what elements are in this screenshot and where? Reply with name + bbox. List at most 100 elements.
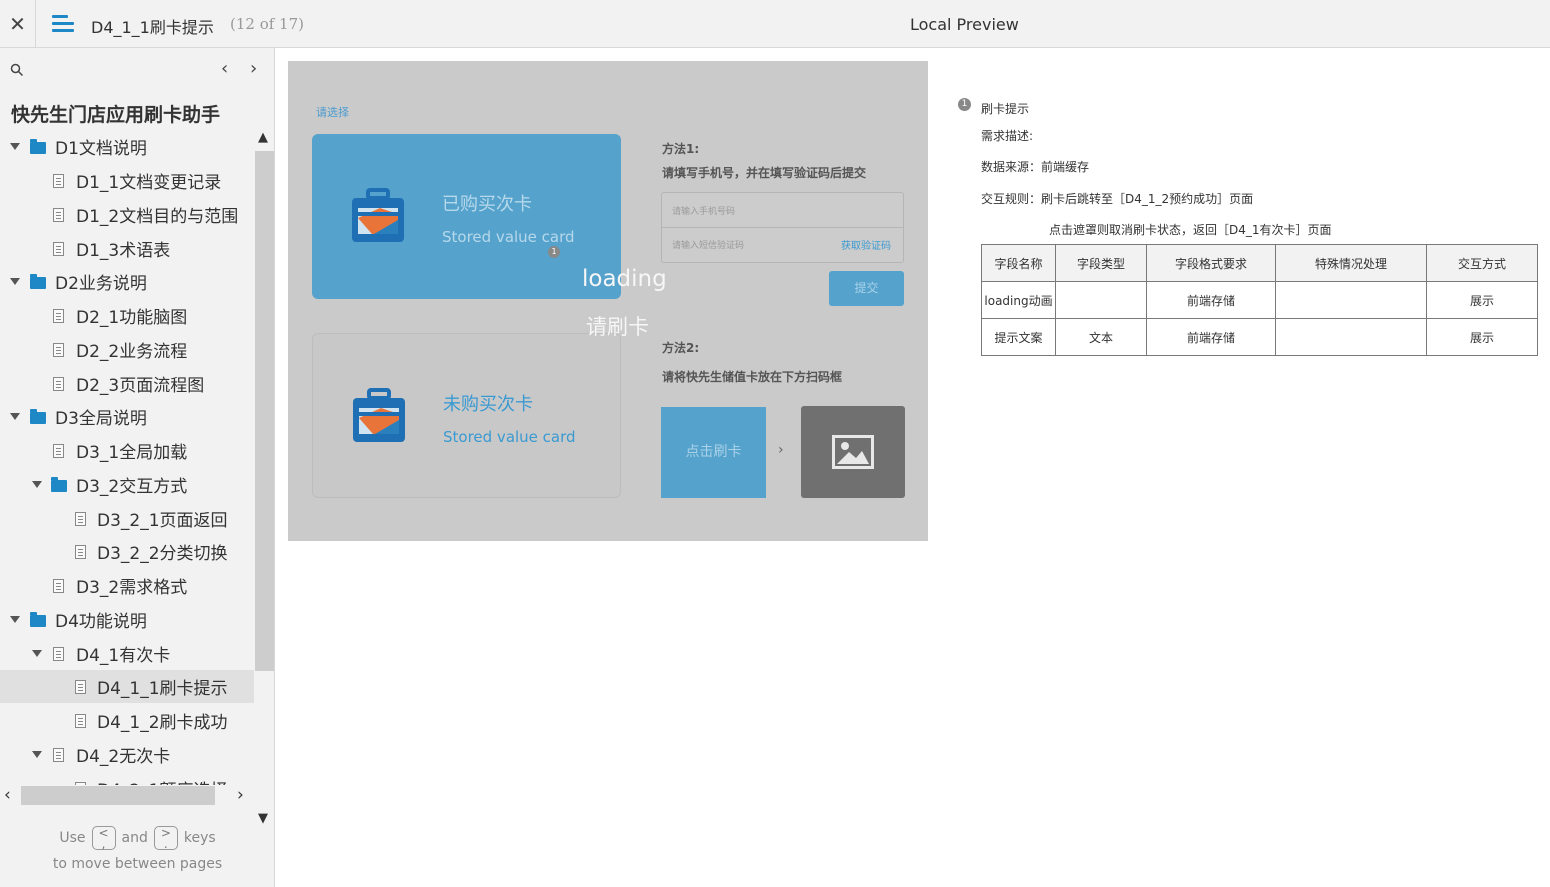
table-header: 字段类型 [1055, 244, 1147, 282]
page-icon [53, 174, 64, 188]
unpurchased-card-option[interactable]: 未购买次卡 Stored value card [312, 333, 621, 498]
table-cell: 展示 [1426, 318, 1538, 356]
phone-input[interactable]: 请输入手机号码 [672, 204, 735, 217]
vertical-scrollbar[interactable]: ▲ ▼ [254, 128, 274, 833]
page-icon [75, 714, 86, 728]
tree-label: D4_1_1刷卡提示 [97, 679, 228, 699]
tree-label: D3_2需求格式 [76, 578, 188, 598]
submit-button[interactable]: 提交 [829, 271, 904, 306]
expand-triangle-icon[interactable] [32, 481, 42, 488]
tree-page-d1-2[interactable]: D1_2文档目的与范围 [0, 198, 254, 231]
tree-page-d4-2[interactable]: D4_2无次卡 [0, 738, 254, 771]
tree-page-d4-1-2[interactable]: D4_1_2刷卡成功 [0, 704, 254, 737]
close-icon[interactable]: ✕ [0, 0, 36, 48]
swipe-prompt: 请刷卡 [586, 315, 649, 339]
tree-page-d3-2-format[interactable]: D3_2需求格式 [0, 569, 254, 602]
method2-description: 请将快先生储值卡放在下方扫码框 [662, 370, 843, 384]
purchased-card-option[interactable]: 已购买次卡 Stored value card 1 [312, 134, 621, 299]
page-icon [53, 748, 64, 762]
tree-page-d1-1[interactable]: D1_1文档变更记录 [0, 164, 254, 197]
help-text: keys [183, 830, 216, 846]
page-icon [53, 579, 64, 593]
page-icon [53, 309, 64, 323]
tree-page-d2-2[interactable]: D2_2业务流程 [0, 333, 254, 366]
folder-icon [30, 274, 46, 289]
card-title: 未购买次卡 [443, 394, 533, 415]
page-title: D4_1_1刷卡提示 [91, 18, 214, 37]
tree-folder-d3[interactable]: D3全局说明 [0, 400, 254, 433]
table-cell [1275, 281, 1427, 319]
tree-page-d2-3[interactable]: D2_3页面流程图 [0, 367, 254, 400]
get-code-link[interactable]: 获取验证码 [841, 237, 891, 252]
loading-text: loading [582, 266, 667, 292]
tree-page-d4-2-1[interactable]: D4_2_1额度选择 [0, 772, 254, 785]
help-text: Use [59, 830, 86, 846]
scrollbar-thumb[interactable] [21, 786, 215, 805]
tree-folder-d4[interactable]: D4功能说明 [0, 603, 254, 636]
sms-code-input[interactable]: 请输入短信验证码 [672, 238, 744, 251]
swipe-card-button[interactable]: 点击刷卡 [661, 407, 766, 498]
page-icon [53, 343, 64, 357]
note-rule: 交互规则：刷卡后跳转至［D4_1_2预约成功］页面 [981, 192, 1254, 206]
folder-icon [30, 612, 46, 627]
tree-folder-d2[interactable]: D2业务说明 [0, 265, 254, 298]
table-header: 交互方式 [1426, 244, 1538, 282]
table-header: 特殊情况处理 [1275, 244, 1427, 282]
briefcase-card-icon [353, 388, 405, 442]
tree-page-d4-1[interactable]: D4_1有次卡 [0, 637, 254, 670]
expand-triangle-icon[interactable] [10, 143, 20, 150]
method1-description: 请填写手机号，并在填写验证码后提交 [662, 166, 867, 180]
tree-label: D4_2无次卡 [76, 747, 171, 767]
tree-page-d3-2-2[interactable]: D3_2_2分类切换 [0, 535, 254, 568]
tree-label: D3_2_2分类切换 [97, 544, 228, 564]
method2-title: 方法2: [662, 341, 700, 355]
tree-page-d3-2-1[interactable]: D3_2_1页面返回 [0, 502, 254, 535]
tree-label: D1_2文档目的与范围 [76, 207, 239, 227]
tree-page-d4-1-1[interactable]: D4_1_1刷卡提示 [0, 670, 254, 703]
expand-triangle-icon[interactable] [10, 413, 20, 420]
expand-triangle-icon[interactable] [10, 278, 20, 285]
tree-page-d1-3[interactable]: D1_3术语表 [0, 232, 254, 265]
table-header-row: 字段名称 字段类型 字段格式要求 特殊情况处理 交互方式 [981, 244, 1538, 282]
card-subtitle: Stored value card [442, 228, 575, 246]
wireframe-preview: 请选择 已购买次卡 Stored value card 1 未购买次卡 Stor… [288, 61, 928, 541]
sidebar: ‹ › 快先生门店应用刷卡助手 D1文档说明 D1_1文档变更记录 D1_2文档… [0, 48, 275, 887]
note-data-source: 数据来源：前端缓存 [981, 160, 1090, 174]
expand-triangle-icon[interactable] [32, 650, 42, 657]
tree-page-d2-1[interactable]: D2_1功能脑图 [0, 299, 254, 332]
page-icon [75, 680, 86, 694]
search-icon[interactable] [10, 62, 26, 78]
briefcase-card-icon [352, 188, 404, 242]
expand-triangle-icon[interactable] [32, 751, 42, 758]
table-cell: 提示文案 [981, 318, 1056, 356]
arrow-right-icon: › [778, 442, 784, 458]
tree-folder-d3-2[interactable]: D3_2交互方式 [0, 468, 254, 501]
scroll-up-icon[interactable]: ▲ [258, 130, 268, 145]
expand-triangle-icon[interactable] [10, 616, 20, 623]
tree-label: D3_2_1页面返回 [97, 511, 228, 531]
field-spec-table: 字段名称 字段类型 字段格式要求 特殊情况处理 交互方式 loading动画 前… [981, 244, 1538, 356]
table-cell [1275, 318, 1427, 356]
scroll-right-icon[interactable]: › [237, 785, 244, 805]
tree-label: D2_3页面流程图 [76, 376, 205, 396]
previous-page-icon[interactable]: ‹ [221, 58, 228, 79]
tree-label: D3_2交互方式 [76, 477, 188, 497]
keyboard-help: Use <, and >. keys to move between pages [0, 824, 275, 872]
next-page-icon[interactable]: › [250, 58, 257, 79]
select-label: 请选择 [316, 106, 349, 119]
tree-label: D4功能说明 [55, 612, 147, 632]
tree-page-d3-1[interactable]: D3_1全局加载 [0, 434, 254, 467]
hamburger-menu-icon[interactable] [52, 14, 74, 34]
folder-icon [30, 139, 46, 154]
divider [662, 227, 903, 228]
top-bar: ✕ D4_1_1刷卡提示 (12 of 17) Local Preview [0, 0, 1550, 48]
table-cell: 前端存储 [1146, 281, 1276, 319]
horizontal-scrollbar[interactable]: ‹ › [0, 785, 254, 805]
table-header: 字段格式要求 [1146, 244, 1276, 282]
scrollbar-thumb[interactable] [255, 151, 274, 671]
tree-label: D3全局说明 [55, 409, 147, 429]
tree-folder-d1[interactable]: D1文档说明 [0, 130, 254, 163]
card-title: 已购买次卡 [442, 194, 532, 215]
next-key-icon: >. [153, 826, 178, 850]
scroll-left-icon[interactable]: ‹ [4, 785, 11, 805]
